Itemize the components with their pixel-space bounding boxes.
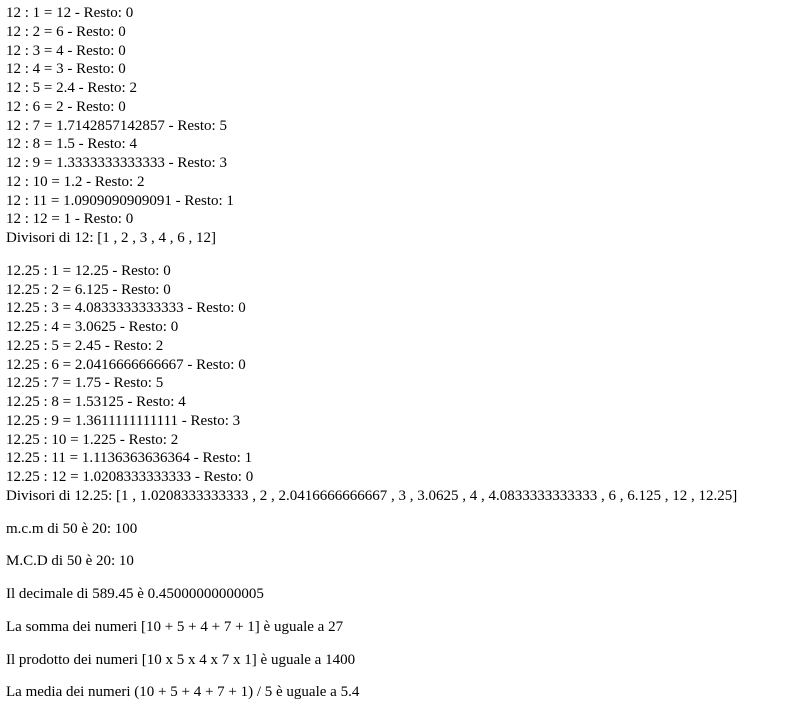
division-line: 12.25 : 2 = 6.125 - Resto: 0 [6,281,790,300]
divisors-line: Divisori di 12.25: [1 , 1.0208333333333 … [6,487,790,506]
division-block-1225: 12.25 : 1 = 12.25 - Resto: 0 12.25 : 2 =… [6,262,790,506]
division-line: 12.25 : 8 = 1.53125 - Resto: 4 [6,393,790,412]
division-block-12: 12 : 1 = 12 - Resto: 0 12 : 2 = 6 - Rest… [6,4,790,248]
divisors-line: Divisori di 12: [1 , 2 , 3 , 4 , 6 , 12] [6,229,790,248]
division-line: 12.25 : 7 = 1.75 - Resto: 5 [6,374,790,393]
division-line: 12 : 12 = 1 - Resto: 0 [6,210,790,229]
division-line: 12.25 : 5 = 2.45 - Resto: 2 [6,337,790,356]
division-line: 12 : 11 = 1.0909090909091 - Resto: 1 [6,192,790,211]
division-line: 12.25 : 9 = 1.3611111111111 - Resto: 3 [6,412,790,431]
division-line: 12.25 : 12 = 1.0208333333333 - Resto: 0 [6,468,790,487]
division-line: 12 : 8 = 1.5 - Resto: 4 [6,135,790,154]
division-line: 12.25 : 3 = 4.0833333333333 - Resto: 0 [6,299,790,318]
mean-line: La media dei numeri (10 + 5 + 4 + 7 + 1)… [6,683,790,702]
division-line: 12.25 : 11 = 1.1136363636364 - Resto: 1 [6,449,790,468]
division-line: 12.25 : 4 = 3.0625 - Resto: 0 [6,318,790,337]
division-line: 12 : 5 = 2.4 - Resto: 2 [6,79,790,98]
division-line: 12 : 7 = 1.7142857142857 - Resto: 5 [6,117,790,136]
decimal-line: Il decimale di 589.45 è 0.45000000000005 [6,585,790,604]
division-line: 12.25 : 1 = 12.25 - Resto: 0 [6,262,790,281]
sum-line: La somma dei numeri [10 + 5 + 4 + 7 + 1]… [6,618,790,637]
division-line: 12 : 10 = 1.2 - Resto: 2 [6,173,790,192]
product-line: Il prodotto dei numeri [10 x 5 x 4 x 7 x… [6,651,790,670]
division-line: 12.25 : 10 = 1.225 - Resto: 2 [6,431,790,450]
division-line: 12 : 2 = 6 - Resto: 0 [6,23,790,42]
division-line: 12 : 3 = 4 - Resto: 0 [6,42,790,61]
division-line: 12 : 9 = 1.3333333333333 - Resto: 3 [6,154,790,173]
division-line: 12 : 1 = 12 - Resto: 0 [6,4,790,23]
mcm-line: m.c.m di 50 è 20: 100 [6,520,790,539]
mcd-line: M.C.D di 50 è 20: 10 [6,552,790,571]
division-line: 12 : 4 = 3 - Resto: 0 [6,60,790,79]
division-line: 12 : 6 = 2 - Resto: 0 [6,98,790,117]
division-line: 12.25 : 6 = 2.0416666666667 - Resto: 0 [6,356,790,375]
